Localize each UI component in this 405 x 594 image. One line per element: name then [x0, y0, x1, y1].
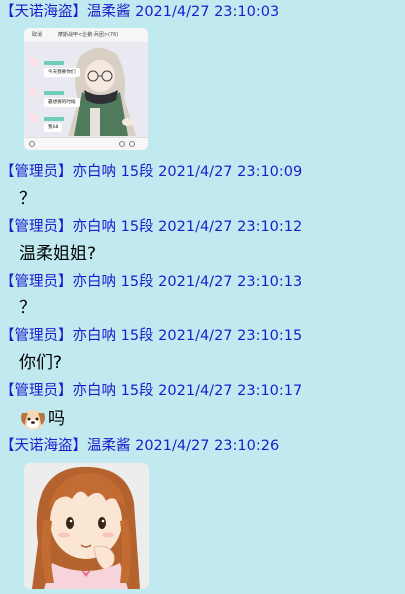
dog-face-icon: [19, 407, 48, 431]
avatar: [29, 114, 37, 122]
message-sender: 【管理员】亦白呐 15段 2021/4/27 23:10:09: [0, 164, 303, 180]
chat-bubble: 最想要的时候: [44, 98, 80, 107]
chat-bubble: 今天我要你们: [44, 68, 80, 77]
message-sender: 【天诺海盗】温柔酱 2021/4/27 23:10:03: [0, 4, 280, 20]
message-text: 吗: [48, 409, 65, 429]
screenshot-input-bar: [24, 137, 148, 150]
screenshot-cancel-label: 取消: [32, 32, 43, 38]
chat-bubble: 我S8: [44, 123, 63, 132]
message-sender: 【管理员】亦白呐 15段 2021/4/27 23:10:13: [0, 274, 303, 290]
anime-girl-illustration: [24, 463, 149, 589]
message-sender: 【管理员】亦白呐 15段 2021/4/27 23:10:17: [0, 383, 303, 399]
chat-log: 【天诺海盗】温柔酱 2021/4/27 23:10:03 取消 摩斯战甲<企鹅·…: [0, 0, 405, 594]
message-text: 你们?: [19, 353, 63, 373]
message-sender: 【管理员】亦白呐 15段 2021/4/27 23:10:15: [0, 328, 303, 344]
message-sender: 【天诺海盗】温柔酱 2021/4/27 23:10:26: [0, 438, 280, 454]
chat-tag: [44, 91, 64, 95]
message-text: ？: [19, 298, 36, 318]
chat-tag: [44, 61, 64, 65]
chat-tag: [44, 117, 64, 121]
message-text: ？: [19, 189, 36, 209]
anime-girl-image[interactable]: [24, 463, 149, 589]
screenshot-title: 摩斯战甲<企鹅·兵团>(76): [58, 32, 119, 38]
avatar: [29, 88, 37, 96]
message-text: 温柔姐姐?: [19, 244, 97, 264]
anime-girl-illustration: [24, 42, 148, 138]
chat-screenshot-image[interactable]: 取消 摩斯战甲<企鹅·兵团>(76) 今天我要你们 最想要的时候 我S8: [24, 28, 148, 150]
message-sender: 【管理员】亦白呐 15段 2021/4/27 23:10:12: [0, 219, 303, 235]
avatar: [29, 58, 37, 66]
screenshot-title-bar: 取消 摩斯战甲<企鹅·兵团>(76): [24, 28, 148, 42]
